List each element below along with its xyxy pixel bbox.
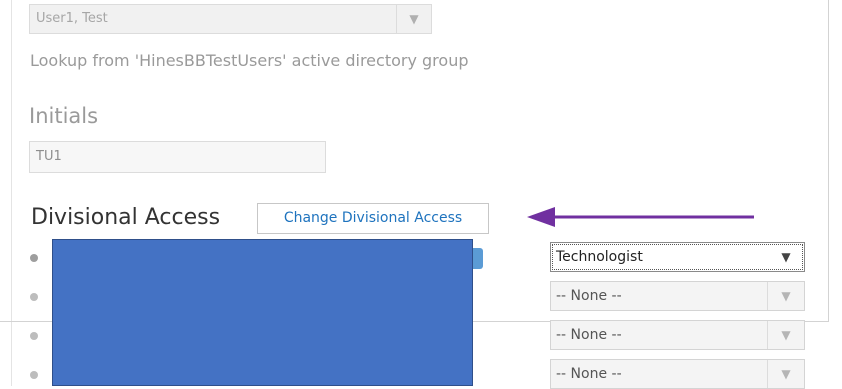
user-select-value: User1, Test — [36, 11, 108, 26]
role-select-value: -- None -- — [556, 366, 622, 382]
role-select-value: Technologist — [556, 249, 643, 265]
division-bullet — [30, 293, 38, 301]
role-select-value: -- None -- — [556, 327, 622, 343]
chevron-down-icon[interactable]: ▼ — [767, 282, 804, 310]
user-lookup-help-text: Lookup from 'HinesBBTestUsers' active di… — [30, 51, 469, 70]
divisional-access-label: Divisional Access — [31, 205, 221, 230]
redaction-box — [52, 239, 473, 386]
initials-input[interactable]: TU1 — [29, 141, 326, 173]
user-select[interactable]: User1, Test ▼ — [29, 4, 432, 34]
division-bullet — [30, 332, 38, 340]
role-select-value: -- None -- — [556, 288, 622, 304]
chevron-down-icon[interactable]: ▼ — [767, 321, 804, 349]
role-select[interactable]: Technologist ▼ — [550, 242, 805, 272]
role-select[interactable]: -- None -- ▼ — [550, 281, 805, 311]
change-divisional-access-button[interactable]: Change Divisional Access — [257, 203, 489, 234]
role-select[interactable]: -- None -- ▼ — [550, 359, 805, 389]
initials-label: Initials — [29, 104, 99, 128]
annotation-arrow-icon — [527, 207, 754, 227]
chevron-down-icon[interactable]: ▼ — [767, 360, 804, 388]
initials-value: TU1 — [36, 149, 62, 164]
division-bullet — [30, 254, 38, 262]
division-bullet — [30, 371, 38, 379]
chevron-down-icon[interactable]: ▼ — [768, 243, 804, 271]
chevron-down-icon[interactable]: ▼ — [396, 5, 431, 33]
role-select[interactable]: -- None -- ▼ — [550, 320, 805, 350]
